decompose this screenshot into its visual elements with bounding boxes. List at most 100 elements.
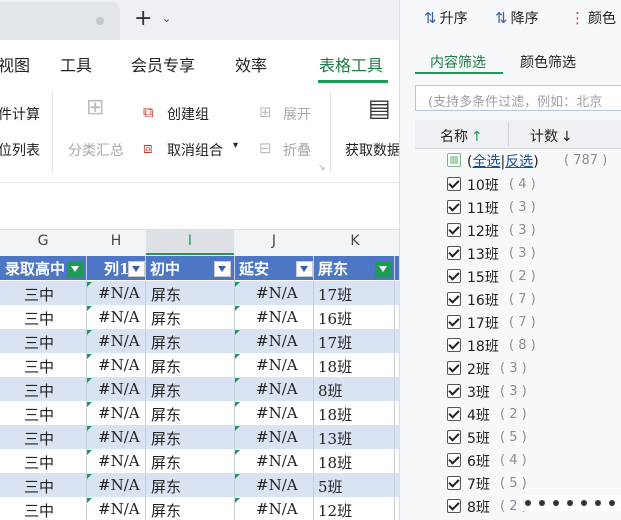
collapse-button[interactable]: 折叠: [283, 140, 311, 160]
item-checkbox[interactable]: [447, 338, 461, 352]
cell[interactable]: 17班: [318, 284, 352, 305]
cell[interactable]: #N/A: [256, 380, 298, 398]
item-label[interactable]: 17班: [467, 313, 499, 333]
cell[interactable]: #N/A: [98, 476, 140, 494]
cell[interactable]: 18班: [318, 356, 352, 377]
cell[interactable]: 三中: [24, 356, 54, 377]
ungroup-chevron-icon[interactable]: ▾: [233, 140, 238, 151]
cell[interactable]: 三中: [24, 428, 54, 449]
cell[interactable]: 屏东: [151, 452, 181, 473]
column-g[interactable]: G: [0, 233, 86, 249]
item-checkbox[interactable]: [447, 269, 461, 283]
item-label[interactable]: 11班: [467, 198, 499, 218]
item-checkbox[interactable]: [447, 499, 461, 513]
sort-descending-button[interactable]: ⇅ 降序: [495, 8, 539, 28]
cell[interactable]: #N/A: [256, 428, 298, 446]
header-middle-school[interactable]: 初中: [150, 258, 210, 279]
menu-view[interactable]: 视图: [0, 52, 30, 76]
cell[interactable]: 12班: [318, 500, 352, 520]
cell[interactable]: 18班: [318, 404, 352, 425]
filter-search-input[interactable]: (支持多条件过滤，例如：北京: [415, 85, 621, 111]
cell[interactable]: #N/A: [98, 356, 140, 374]
cell[interactable]: #N/A: [98, 308, 140, 326]
color-sort-button[interactable]: ⋮ 颜色: [570, 8, 616, 28]
cell[interactable]: 屏东: [151, 500, 181, 520]
header-pingdong[interactable]: 屏东: [318, 258, 368, 279]
cell[interactable]: 13班: [318, 428, 352, 449]
ribbon-calc-label[interactable]: 件计算: [0, 104, 40, 124]
item-checkbox[interactable]: [447, 246, 461, 260]
cell[interactable]: 5班: [318, 476, 343, 497]
menu-efficiency[interactable]: 效率: [235, 52, 267, 76]
menu-table-tools[interactable]: 表格工具: [319, 52, 383, 76]
item-label[interactable]: 6班: [467, 451, 490, 471]
name-column-header[interactable]: 名称 ↑: [440, 126, 483, 146]
item-label[interactable]: 2班: [467, 359, 490, 379]
cell[interactable]: 三中: [24, 476, 54, 497]
new-tab-plus-icon[interactable]: +: [134, 6, 152, 31]
item-label[interactable]: 10班: [467, 175, 499, 195]
menu-tools[interactable]: 工具: [60, 52, 92, 76]
item-checkbox[interactable]: [447, 453, 461, 467]
get-data-button[interactable]: 获取数据: [345, 140, 399, 160]
cell[interactable]: #N/A: [98, 284, 140, 302]
cell[interactable]: #N/A: [256, 404, 298, 422]
header-col1[interactable]: 列1: [104, 258, 130, 279]
count-column-header[interactable]: 计数 ↓: [530, 126, 573, 146]
header-admission-school[interactable]: 录取高中: [5, 258, 67, 279]
cell[interactable]: #N/A: [98, 380, 140, 398]
expand-button[interactable]: 展开: [283, 104, 311, 124]
tab-list-chevron-icon[interactable]: ⌄: [162, 12, 171, 25]
select-all-link[interactable]: 全选: [472, 154, 500, 170]
cell[interactable]: 三中: [24, 332, 54, 353]
item-checkbox[interactable]: [447, 361, 461, 375]
cell[interactable]: 16班: [318, 308, 352, 329]
tab-content-filter[interactable]: 内容筛选: [430, 52, 486, 72]
cell[interactable]: 屏东: [151, 476, 181, 497]
cell[interactable]: 8班: [318, 380, 343, 401]
item-label[interactable]: 12班: [467, 221, 499, 241]
filter-dropdown-icon[interactable]: [214, 261, 231, 277]
cell[interactable]: #N/A: [98, 428, 140, 446]
cell[interactable]: 三中: [24, 404, 54, 425]
menu-member[interactable]: 会员专享: [131, 52, 195, 76]
cell[interactable]: 屏东: [151, 428, 181, 449]
cell[interactable]: 三中: [24, 284, 54, 305]
cell[interactable]: #N/A: [256, 332, 298, 350]
header-yanan[interactable]: 延安: [239, 258, 289, 279]
item-label[interactable]: 13班: [467, 244, 499, 264]
invert-selection-link[interactable]: 反选: [505, 154, 533, 170]
filter-dropdown-icon[interactable]: [296, 261, 313, 277]
column-h[interactable]: H: [87, 233, 145, 249]
cell[interactable]: #N/A: [98, 452, 140, 470]
subtotal-button[interactable]: 分类汇总: [68, 140, 124, 160]
item-label[interactable]: 8班: [467, 497, 490, 517]
item-checkbox[interactable]: [447, 177, 461, 191]
item-checkbox[interactable]: [447, 476, 461, 490]
item-label[interactable]: 16班: [467, 290, 499, 310]
cell[interactable]: 18班: [318, 452, 352, 473]
item-label[interactable]: 4班: [467, 405, 490, 425]
filter-dropdown-icon[interactable]: [128, 261, 145, 277]
cell[interactable]: #N/A: [256, 308, 298, 326]
item-checkbox[interactable]: [447, 315, 461, 329]
item-checkbox[interactable]: [447, 384, 461, 398]
cell[interactable]: 屏东: [151, 332, 181, 353]
cell[interactable]: 17班: [318, 332, 352, 353]
filter-icon[interactable]: [67, 261, 84, 277]
cell[interactable]: #N/A: [256, 452, 298, 470]
column-k[interactable]: K: [314, 233, 396, 249]
column-i[interactable]: I: [146, 233, 234, 249]
cell[interactable]: 屏东: [151, 404, 181, 425]
cell[interactable]: #N/A: [256, 500, 298, 518]
cell[interactable]: #N/A: [98, 404, 140, 422]
cell[interactable]: 屏东: [151, 284, 181, 305]
dialog-launcher-icon[interactable]: ↘: [318, 163, 326, 173]
cell[interactable]: 屏东: [151, 380, 181, 401]
item-checkbox[interactable]: [447, 292, 461, 306]
cell[interactable]: 三中: [24, 500, 54, 520]
more-options-dots-icon[interactable]: [520, 495, 621, 511]
ribbon-list-label[interactable]: 位列表: [0, 140, 40, 160]
cell[interactable]: #N/A: [98, 332, 140, 350]
cell[interactable]: 屏东: [151, 356, 181, 377]
